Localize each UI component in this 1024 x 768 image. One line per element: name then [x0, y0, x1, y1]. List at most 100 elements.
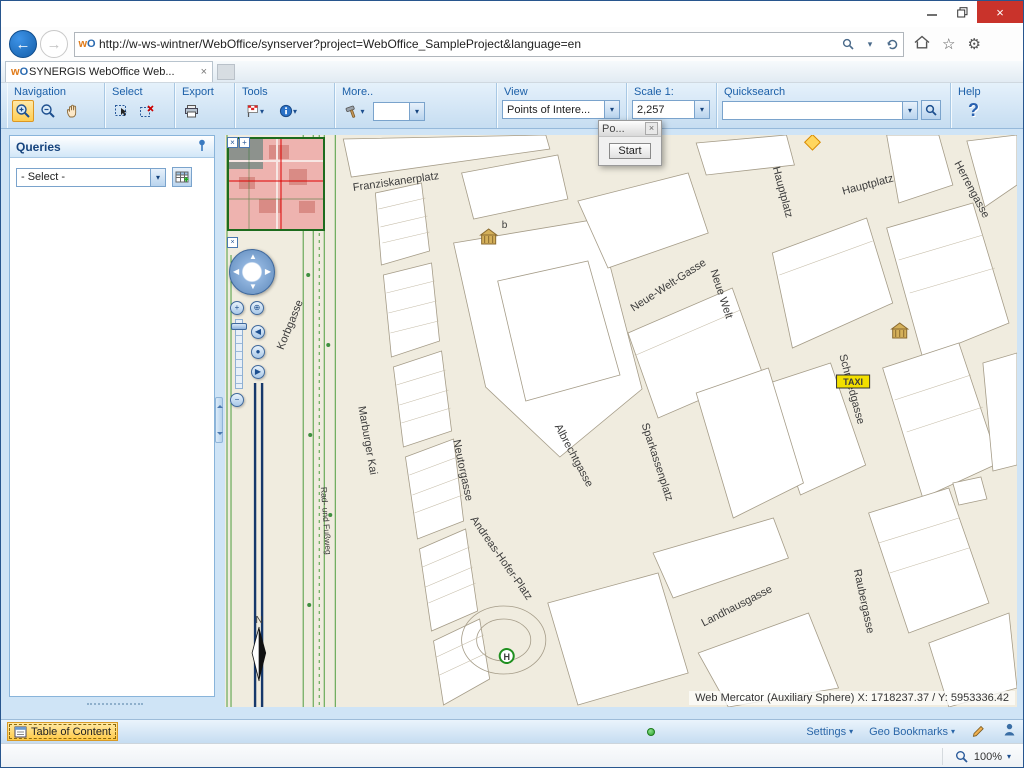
- url-text[interactable]: http://w-ws-wintner/WebOffice/synserver?…: [99, 37, 837, 51]
- poi-dialog-close-button[interactable]: ×: [645, 122, 658, 135]
- toolbar-group-more: More.. ▾ ▾: [335, 83, 497, 128]
- chevron-down-icon: ▾: [908, 106, 912, 115]
- move-icon: +: [242, 138, 247, 147]
- pan-tool-button[interactable]: [62, 100, 84, 122]
- query-select-dropdown[interactable]: - Select - ▾: [16, 168, 166, 187]
- navigator-collapse-button[interactable]: ×: [227, 237, 238, 248]
- quicksearch-input[interactable]: ▾: [722, 101, 918, 120]
- settings-button[interactable]: ⚙: [967, 37, 980, 52]
- forward-button[interactable]: →: [40, 30, 68, 58]
- refresh-button[interactable]: [881, 33, 903, 56]
- close-button[interactable]: ×: [977, 1, 1023, 23]
- query-builder-button[interactable]: [172, 167, 192, 187]
- dropdown-arrow-button[interactable]: ▾: [694, 101, 709, 118]
- view-dropdown[interactable]: Points of Intere... ▾: [502, 100, 620, 119]
- hand-icon: [65, 103, 81, 119]
- group-label: View: [498, 85, 626, 100]
- sidebar-resize-handle[interactable]: [87, 703, 143, 705]
- close-icon: ×: [201, 66, 207, 78]
- info-icon: [279, 104, 293, 118]
- zoom-out-tool-button[interactable]: [37, 100, 59, 122]
- minimize-button[interactable]: [917, 1, 947, 23]
- home-button[interactable]: [914, 35, 930, 54]
- overview-close-button[interactable]: ×: [227, 137, 238, 148]
- start-button[interactable]: Start: [609, 143, 650, 159]
- table-of-content-label: Table of Content: [31, 726, 111, 738]
- overview-move-button[interactable]: +: [239, 137, 250, 148]
- zoom-out-icon: [40, 103, 57, 120]
- tab-active[interactable]: wO SYNERGIS WebOffice Web... ×: [5, 61, 213, 82]
- minimize-icon: [927, 7, 937, 17]
- settings-menu[interactable]: Settings ▾: [806, 726, 853, 738]
- favorites-button[interactable]: ☆: [942, 37, 955, 52]
- zoom-bar: 100% ▾: [1, 743, 1023, 768]
- default-extent-icon: ●: [256, 347, 261, 356]
- toolbar-group-navigation: Navigation: [7, 83, 105, 128]
- zoom-out-button[interactable]: −: [230, 393, 244, 407]
- table-of-content-button[interactable]: Table of Content: [7, 722, 118, 741]
- back-button[interactable]: ←: [9, 30, 37, 58]
- tab-close-button[interactable]: ×: [201, 66, 207, 78]
- dropdown-arrow-button[interactable]: ▾: [604, 101, 619, 118]
- geo-bookmarks-label: Geo Bookmarks: [869, 726, 948, 738]
- select-tool-button[interactable]: [110, 100, 132, 122]
- geo-bookmarks-menu[interactable]: Geo Bookmarks ▾: [869, 726, 955, 738]
- quicksearch-go-button[interactable]: [921, 100, 941, 120]
- url-box[interactable]: wO http://w-ws-wintner/WebOffice/synserv…: [74, 32, 904, 57]
- bus-stop-marker[interactable]: H: [500, 649, 514, 663]
- map-label-b: b: [502, 220, 508, 231]
- edit-button[interactable]: [971, 722, 986, 742]
- next-extent-button[interactable]: ▶: [251, 365, 265, 379]
- group-label: More..: [336, 85, 496, 100]
- zoom-slider-handle[interactable]: [231, 323, 247, 330]
- pan-left-icon[interactable]: ◀: [233, 268, 239, 276]
- group-label: Scale 1:: [628, 85, 716, 100]
- page-zoom-control[interactable]: 100% ▾: [955, 750, 1011, 764]
- restore-icon: [957, 7, 968, 18]
- taxi-label: TAXI: [843, 377, 863, 387]
- print-button[interactable]: [180, 100, 202, 122]
- more-dropdown[interactable]: ▾: [373, 102, 425, 121]
- clear-selection-button[interactable]: [135, 100, 157, 122]
- scale-dropdown[interactable]: 2,257 ▾: [632, 100, 710, 119]
- info-tool-button[interactable]: ▾: [273, 100, 303, 122]
- chevron-down-icon: ▾: [951, 727, 955, 736]
- next-extent-icon: ▶: [255, 367, 261, 376]
- dropdown-arrow-button[interactable]: ▾: [902, 102, 917, 119]
- overview-map[interactable]: × +: [227, 137, 325, 231]
- address-search-button[interactable]: [837, 33, 859, 56]
- full-extent-button[interactable]: ⊕: [250, 301, 264, 315]
- plus-icon: +: [235, 303, 240, 312]
- address-dropdown-button[interactable]: ▾: [859, 33, 881, 56]
- map-navigation-widget: × ▲ ▼ ◀ ▶ + ⊕ ◀ ● ▶ −: [227, 241, 283, 417]
- browser-window: × ← → wO http://w-ws-wintner/WebOffice/s…: [0, 0, 1024, 768]
- forward-arrow-icon: →: [47, 36, 62, 53]
- restore-button[interactable]: [947, 1, 977, 23]
- help-button[interactable]: ?: [956, 100, 991, 121]
- previous-extent-button[interactable]: ◀: [251, 325, 265, 339]
- compass-n-label: N: [255, 615, 262, 626]
- main-area: Queries - Select - ▾: [1, 129, 1023, 719]
- zoom-in-button[interactable]: +: [230, 301, 244, 315]
- redlining-flag-icon: [246, 104, 260, 118]
- more-tools-button[interactable]: ▾: [340, 100, 370, 122]
- pin-button[interactable]: [194, 138, 208, 155]
- pan-pad[interactable]: ▲ ▼ ◀ ▶: [229, 249, 275, 295]
- poi-dialog-titlebar[interactable]: Po... ×: [599, 121, 661, 137]
- poi-dialog[interactable]: Po... × Start: [598, 120, 662, 166]
- dropdown-arrow-button[interactable]: ▾: [409, 103, 424, 120]
- pan-right-icon[interactable]: ▶: [265, 268, 271, 276]
- redlining-tool-button[interactable]: ▾: [240, 100, 270, 122]
- taxi-stand-marker[interactable]: TAXI: [837, 375, 870, 388]
- site-favicon: wO: [75, 38, 99, 50]
- status-indicator: [647, 728, 655, 736]
- user-button[interactable]: [1002, 722, 1017, 742]
- sidebar-collapse-handle[interactable]: [215, 397, 223, 443]
- dropdown-arrow-button[interactable]: ▾: [150, 169, 165, 186]
- new-tab-button[interactable]: [217, 64, 235, 80]
- default-extent-button[interactable]: ●: [251, 345, 265, 359]
- zoom-in-tool-button[interactable]: [12, 100, 34, 122]
- pan-up-icon[interactable]: ▲: [249, 253, 257, 261]
- map-viewport[interactable]: FranziskanerplatzKorbgasseMarburger KaiR…: [225, 135, 1017, 707]
- pan-down-icon[interactable]: ▼: [249, 283, 257, 291]
